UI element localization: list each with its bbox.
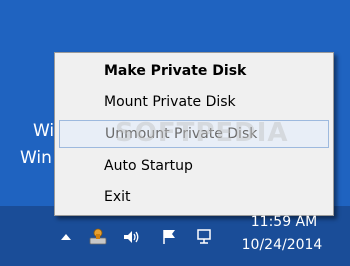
clock-time[interactable]: 11:59 AM bbox=[239, 214, 329, 230]
menu-item-unmount-private-disk[interactable]: Unmount Private Disk bbox=[59, 120, 329, 148]
desktop-label-line2: Win bbox=[20, 148, 52, 168]
network-icon[interactable] bbox=[195, 228, 213, 246]
menu-item-exit[interactable]: Exit bbox=[59, 183, 329, 211]
menu-item-mount-private-disk[interactable]: Mount Private Disk bbox=[59, 88, 329, 116]
menu-item-auto-startup[interactable]: Auto Startup bbox=[59, 152, 329, 180]
clock-date[interactable]: 10/24/2014 bbox=[232, 237, 332, 253]
private-disk-icon[interactable] bbox=[87, 225, 109, 247]
flag-icon[interactable] bbox=[160, 228, 178, 246]
desktop-label-line1: Wi bbox=[33, 121, 55, 141]
chevron-up-icon[interactable] bbox=[57, 228, 75, 246]
speaker-icon[interactable] bbox=[122, 228, 140, 246]
tray-context-menu: Make Private Disk Mount Private Disk Unm… bbox=[54, 52, 334, 216]
desktop: Wi Win Make Private Disk Mount Private D… bbox=[0, 0, 350, 266]
menu-item-make-private-disk[interactable]: Make Private Disk bbox=[59, 57, 329, 85]
